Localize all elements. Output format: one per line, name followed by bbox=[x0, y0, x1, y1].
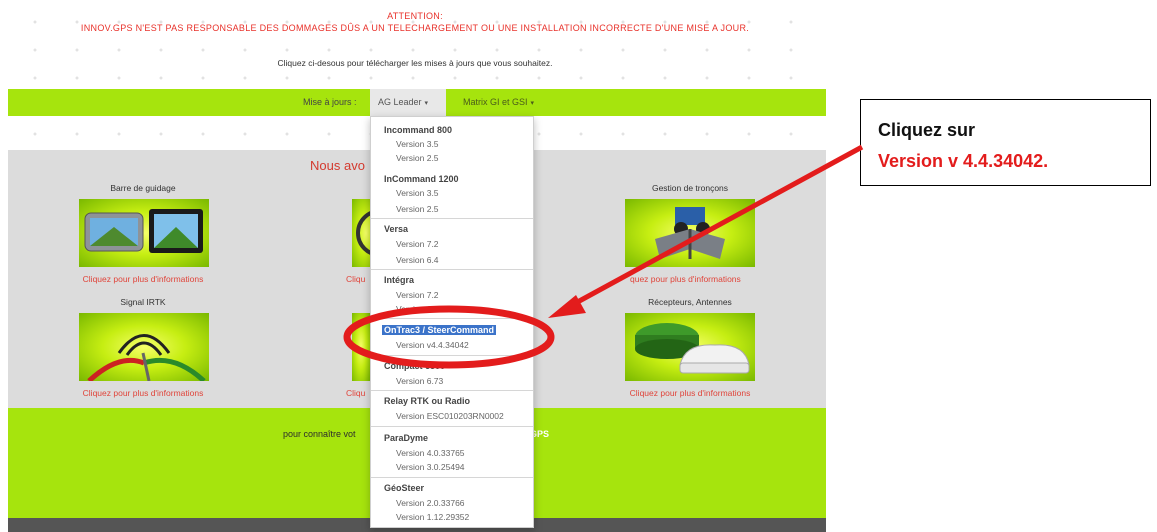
highlight-ellipse bbox=[343, 305, 555, 369]
annotation-overlay bbox=[343, 144, 864, 369]
arrow-line bbox=[570, 144, 864, 308]
